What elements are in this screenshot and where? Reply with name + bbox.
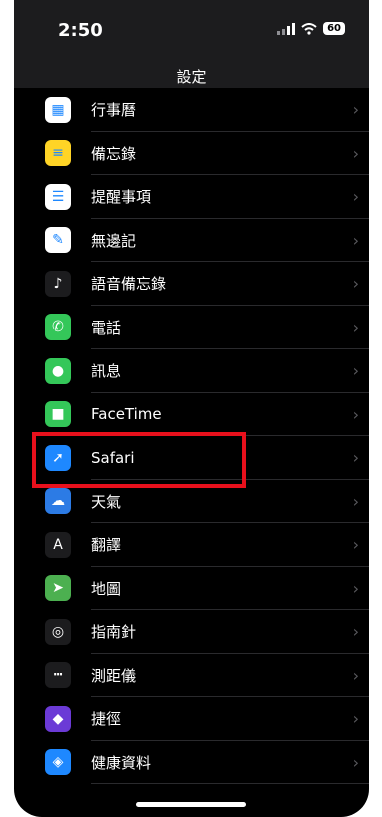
settings-row[interactable]: ✎ 無邊記 ›	[14, 219, 369, 262]
signal-icon	[277, 22, 296, 35]
settings-row-label: 天氣	[91, 492, 122, 511]
settings-row-label: 測距儀	[91, 666, 137, 685]
chevron-right-icon: ›	[352, 578, 359, 598]
page-title: 設定	[176, 68, 207, 86]
status-bar: 2:50 60	[14, 0, 369, 58]
settings-row[interactable]: ♪ 語音備忘錄 ›	[14, 262, 369, 306]
freeform-icon: ✎	[45, 227, 71, 254]
chevron-right-icon: ›	[352, 100, 359, 120]
translate-icon: A	[45, 531, 71, 558]
chevron-right-icon: ›	[352, 143, 359, 163]
settings-row[interactable]: ◈ 健康資料 ›	[14, 741, 369, 784]
chevron-right-icon: ›	[352, 709, 359, 729]
settings-row[interactable]: ┅ 測距儀 ›	[14, 654, 369, 697]
notes-icon: ≡	[45, 140, 71, 167]
settings-row-label: FaceTime	[91, 405, 162, 424]
settings-row[interactable]: A 翻譯 ›	[14, 523, 369, 567]
chevron-right-icon: ›	[352, 535, 359, 555]
phone-screen: 2:50 60 設定 ▦ 行事曆 › ≡ 備忘錄 › ☰ 提醒事項 › ✎ 無邊記 › ♪ 語音備忘錄 › ✆…	[14, 0, 369, 817]
chevron-right-icon: ›	[352, 665, 359, 685]
wifi-icon	[301, 22, 317, 35]
chevron-right-icon: ›	[352, 448, 359, 468]
settings-row-label: 指南針	[91, 623, 137, 642]
health-icon: ◈	[45, 749, 71, 776]
highlight-box	[32, 432, 246, 488]
nav-bar: 設定	[14, 58, 369, 88]
settings-row-label: 行事曆	[91, 101, 137, 120]
phone-icon: ✆	[45, 314, 71, 341]
chevron-right-icon: ›	[352, 752, 359, 772]
settings-row[interactable]: ▦ 行事曆 ›	[14, 88, 369, 132]
chevron-right-icon: ›	[352, 317, 359, 337]
measure-icon: ┅	[45, 662, 71, 689]
settings-row[interactable]: ✆ 電話 ›	[14, 306, 369, 349]
home-indicator[interactable]	[136, 802, 246, 807]
settings-row-label: 提醒事項	[91, 188, 152, 207]
shortcuts-icon: ◆	[45, 705, 71, 732]
settings-row[interactable]: ◆ 捷徑 ›	[14, 697, 369, 741]
settings-row[interactable]: ➤ 地圖 ›	[14, 567, 369, 610]
facetime-icon: ■	[45, 401, 71, 428]
chevron-right-icon: ›	[352, 622, 359, 642]
settings-row[interactable]: ◎ 指南針 ›	[14, 610, 369, 654]
chevron-right-icon: ›	[352, 491, 359, 511]
settings-row-label: 電話	[91, 318, 122, 337]
settings-row-label: 訊息	[91, 362, 122, 381]
weather-icon: ☁	[45, 488, 71, 515]
settings-row[interactable]: ≡ 備忘錄 ›	[14, 132, 369, 175]
settings-row[interactable]: ■ FaceTime ›	[14, 393, 369, 436]
compass-icon: ◎	[45, 618, 71, 645]
settings-row-label: 捷徑	[91, 710, 122, 729]
status-icons: 60	[277, 22, 345, 35]
chevron-right-icon: ›	[352, 187, 359, 207]
reminders-icon: ☰	[45, 183, 71, 210]
chevron-right-icon: ›	[352, 404, 359, 424]
settings-row-label: 地圖	[91, 579, 122, 598]
battery-icon: 60	[323, 22, 345, 35]
settings-row[interactable]: ☰ 提醒事項 ›	[14, 175, 369, 219]
settings-row[interactable]: ● 訊息 ›	[14, 349, 369, 393]
settings-row-label: 備忘錄	[91, 144, 137, 163]
settings-row-label: 翻譯	[91, 536, 122, 555]
chevron-right-icon: ›	[352, 361, 359, 381]
settings-row-label: 健康資料	[91, 753, 152, 772]
calendar-icon: ▦	[45, 96, 71, 123]
maps-icon: ➤	[45, 575, 71, 602]
settings-row-label: 語音備忘錄	[91, 275, 167, 294]
voice-memos-icon: ♪	[45, 270, 71, 297]
chevron-right-icon: ›	[352, 274, 359, 294]
settings-row-label: 無邊記	[91, 231, 137, 250]
status-time: 2:50	[58, 20, 103, 41]
chevron-right-icon: ›	[352, 230, 359, 250]
messages-icon: ●	[45, 357, 71, 384]
row-divider	[91, 783, 369, 784]
